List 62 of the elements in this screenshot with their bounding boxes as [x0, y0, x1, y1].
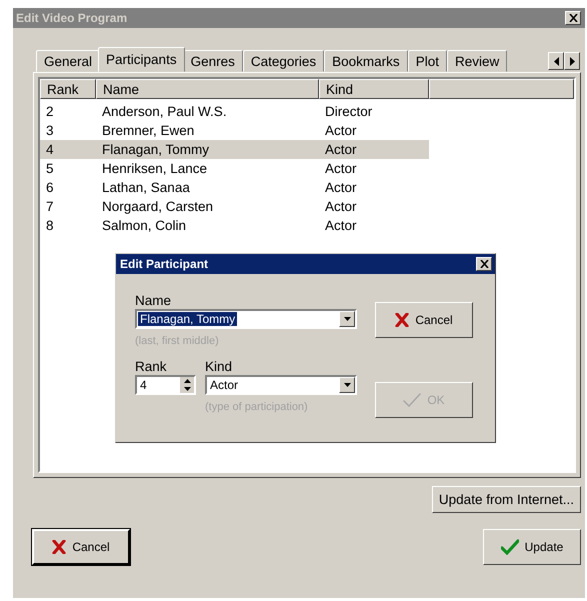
field-label: Kind [205, 359, 234, 375]
column-header[interactable]: Name [96, 79, 319, 99]
scroll-left-button[interactable] [548, 52, 564, 70]
tab[interactable]: Genres [182, 50, 243, 72]
dialog-title: Edit Participant [120, 257, 208, 271]
scroll-right-button[interactable] [564, 52, 580, 70]
dialog-button[interactable]: Cancel [375, 302, 473, 338]
table-cell-text: Director [324, 104, 374, 119]
table-row[interactable]: 2 Anderson, Paul W.S. Director [40, 102, 429, 121]
table-cell-text: Flanagan, Tommy [101, 142, 210, 157]
table-cell-text: Actor [324, 142, 358, 157]
table-cell-text: Henriksen, Lance [101, 161, 208, 176]
cross-icon [52, 540, 66, 554]
table-cell-text: Actor [324, 218, 358, 233]
dialog-button[interactable]: Cancel [32, 529, 130, 565]
tab[interactable]: Plot [408, 50, 447, 72]
table-cell-text: 8 [45, 218, 55, 233]
cross-icon [395, 313, 410, 327]
close-icon [480, 260, 488, 268]
table-row[interactable]: 5 Henriksen, Lance Actor [40, 159, 429, 178]
table-cell-text: Bremner, Ewen [101, 123, 196, 138]
table-cell-text: 2 [45, 104, 55, 119]
table-cell-text: 7 [45, 199, 55, 214]
table-cell-text: Anderson, Paul W.S. [101, 104, 228, 119]
column-header[interactable]: Rank [40, 79, 96, 99]
table-row[interactable]: 7 Norgaard, Carsten Actor [40, 197, 429, 216]
left-triangle-icon [554, 56, 558, 66]
close-icon [568, 14, 578, 22]
table-row[interactable]: 4 Flanagan, Tommy Actor [40, 140, 429, 159]
window-title: Edit Video Program [16, 11, 128, 25]
table-cell-text: Actor [324, 161, 358, 176]
table-cell-text: 3 [45, 123, 55, 138]
close-button[interactable] [476, 257, 492, 271]
table-cell-text: 4 [45, 142, 55, 157]
table-cell-text: Norgaard, Carsten [101, 199, 214, 214]
update-from-internet-button[interactable]: Update from Internet... [432, 486, 581, 513]
tab[interactable]: Review [446, 50, 508, 72]
rank-spin-field[interactable]: 4 [135, 375, 196, 395]
name-combo-field[interactable]: Flanagan, Tommy [135, 309, 357, 329]
table-cell-text: Actor [324, 180, 358, 195]
dialog-button[interactable]: Update [483, 529, 581, 565]
table-cell-text: Actor [324, 123, 358, 138]
tab[interactable]: Bookmarks [324, 50, 408, 72]
column-header[interactable]: Kind [319, 79, 429, 99]
table-cell-text: Salmon, Colin [101, 218, 188, 233]
check-icon [500, 539, 519, 555]
close-button[interactable] [565, 11, 581, 25]
field-label: Rank [135, 359, 168, 375]
table-cell-text: Lathan, Sanaa [101, 180, 191, 195]
table-cell-text: Actor [324, 199, 358, 214]
right-triangle-icon [570, 56, 574, 66]
kind-combo-field[interactable]: Actor [205, 375, 357, 395]
table-row[interactable]: 8 Salmon, Colin Actor [40, 216, 429, 235]
tab[interactable]: Participants [98, 47, 185, 72]
table-row[interactable]: 3 Bremner, Ewen Actor [40, 121, 429, 140]
table-cell-text: 6 [45, 180, 55, 195]
tab[interactable]: Categories [242, 50, 324, 72]
check-icon [403, 392, 422, 408]
table-row[interactable]: 6 Lathan, Sanaa Actor [40, 178, 429, 197]
field-label: Name [135, 293, 172, 309]
table-cell-text: 5 [45, 161, 55, 176]
spin-arrows-icon [180, 377, 194, 393]
